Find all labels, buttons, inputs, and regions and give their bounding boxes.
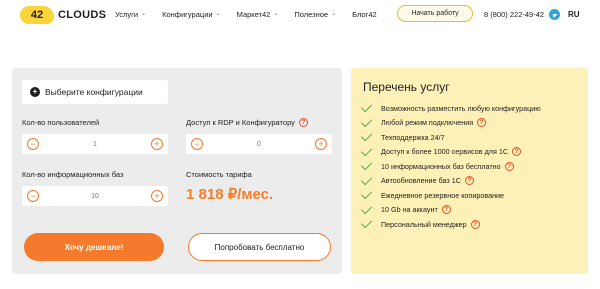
question-icon[interactable]: ? (464, 176, 474, 186)
rdp-value[interactable]: 0 (257, 141, 261, 148)
question-icon[interactable]: ? (298, 118, 308, 127)
bases-label: Кол-во информационных баз (22, 170, 123, 179)
want-cheaper-button[interactable]: Хочу дешевле! (24, 233, 164, 261)
check-icon (360, 159, 373, 171)
service-label: Любой режим подключения (381, 118, 474, 128)
question-icon[interactable]: ? (470, 219, 480, 229)
services-list: Возможность разместить любую конфигураци… (360, 101, 541, 232)
question-icon[interactable]: ? (477, 118, 487, 128)
users-label: Кол-во пользователей (22, 118, 99, 127)
check-icon (360, 217, 373, 229)
service-item: 10 информационных баз бесплатно? (360, 159, 541, 174)
check-icon (360, 188, 373, 200)
service-item: Персональный менеджер? (360, 217, 541, 232)
config-panel: + Выберите конфигурации Кол-во пользоват… (12, 68, 342, 274)
check-icon (360, 101, 373, 113)
plus-circle-icon: + (30, 87, 40, 97)
header: 42 CLOUDS Услуги ⌄ Конфигурации ⌄ Маркет42… (0, 0, 600, 30)
question-icon[interactable]: ? (441, 205, 451, 215)
bases-stepper: − 10 + (22, 186, 168, 206)
nav-label: Маркет42 (236, 10, 271, 19)
service-label: Персональный менеджер (381, 219, 467, 229)
phone-number[interactable]: 8 (800) 222-49-42 (484, 10, 544, 19)
question-icon[interactable]: ? (504, 161, 514, 171)
nav-label: Полезное (294, 10, 329, 19)
users-stepper: − 1 + (22, 134, 168, 154)
service-label: Доступ к более 1000 сервисов для 1С (381, 147, 509, 157)
nav-item-useful[interactable]: Полезное ⌄ (294, 10, 336, 19)
question-icon[interactable]: ? (512, 147, 522, 157)
rdp-stepper: − 0 + (186, 134, 332, 154)
choose-configuration-label: Выберите конфигурации (45, 87, 143, 97)
users-plus-button[interactable]: + (151, 138, 163, 150)
telegram-icon[interactable] (549, 9, 560, 20)
service-item: Техподдержка 24/7 (360, 130, 541, 145)
choose-configuration-button[interactable]: + Выберите конфигурации (22, 80, 168, 104)
service-label: 10 Gb на аккаунт (381, 205, 438, 215)
check-icon (360, 173, 373, 185)
price-label: Стоимость тарифа (186, 170, 252, 179)
logo-badge: 42 (20, 6, 54, 24)
service-item: Любой режим подключения? (360, 115, 541, 131)
users-label-text: Кол-во пользователей (22, 118, 100, 127)
bases-minus-button[interactable]: − (27, 190, 39, 202)
logo[interactable]: 42 CLOUDS (20, 6, 106, 24)
service-item: Возможность разместить любую конфигураци… (360, 101, 541, 116)
service-item: 10 Gb на аккаунт? (360, 202, 541, 218)
nav-label: Услуги (115, 10, 139, 19)
try-free-button[interactable]: Попробовать бесплатно (188, 233, 331, 261)
start-work-button[interactable]: Начать работу (397, 5, 473, 22)
nav-item-configurations[interactable]: Конфигурации ⌄ (162, 10, 221, 19)
tariff-price: 1 818 ₽/мес. (186, 186, 274, 203)
check-icon (360, 144, 373, 156)
service-label: Ежедневное резервное копирование (381, 190, 505, 200)
service-item: Доступ к более 1000 сервисов для 1С? (360, 144, 541, 160)
check-icon (360, 202, 373, 214)
chevron-down-icon: ⌄ (141, 11, 147, 17)
nav-item-blog[interactable]: Блог42 (352, 10, 377, 19)
rdp-label: Доступ к RDP и Конфигуратору? (186, 118, 308, 127)
bases-value[interactable]: 10 (91, 193, 99, 200)
services-title: Перечень услуг (363, 80, 450, 94)
price-label-text: Стоимость тарифа (186, 170, 252, 179)
nav-label: Конфигурации (162, 10, 213, 19)
users-minus-button[interactable]: − (27, 138, 39, 150)
service-item: Автообновление баз 1С? (360, 173, 541, 189)
logo-text: CLOUDS (58, 9, 107, 21)
service-label: Возможность разместить любую конфигураци… (381, 103, 541, 113)
rdp-minus-button[interactable]: − (191, 138, 203, 150)
bases-plus-button[interactable]: + (150, 190, 163, 202)
bases-label-text: Кол-во информационных баз (22, 170, 124, 179)
service-label: Техподдержка 24/7 (381, 132, 445, 142)
language-selector[interactable]: RU (568, 10, 580, 19)
rdp-label-text: Доступ к RDP и Конфигуратору (186, 118, 295, 127)
nav-label: Блог42 (352, 10, 377, 19)
chevron-down-icon: ⌄ (215, 11, 221, 17)
chevron-down-icon: ⌄ (331, 11, 337, 17)
chevron-down-icon: ⌄ (273, 11, 279, 17)
rdp-plus-button[interactable]: + (315, 138, 327, 150)
main-nav: Услуги ⌄ Конфигурации ⌄ Маркет42 ⌄ Полезное… (115, 10, 393, 19)
service-label: Автообновление баз 1С (381, 176, 461, 186)
users-value[interactable]: 1 (93, 141, 97, 148)
service-label: 10 информационных баз бесплатно (381, 161, 501, 171)
check-icon (360, 130, 373, 142)
nav-item-services[interactable]: Услуги ⌄ (115, 10, 146, 19)
services-panel: Перечень услуг Возможность разместить лю… (351, 68, 588, 274)
check-icon (360, 115, 373, 127)
nav-item-market[interactable]: Маркет42 ⌄ (237, 10, 279, 19)
service-item: Ежедневное резервное копирование (360, 188, 541, 203)
